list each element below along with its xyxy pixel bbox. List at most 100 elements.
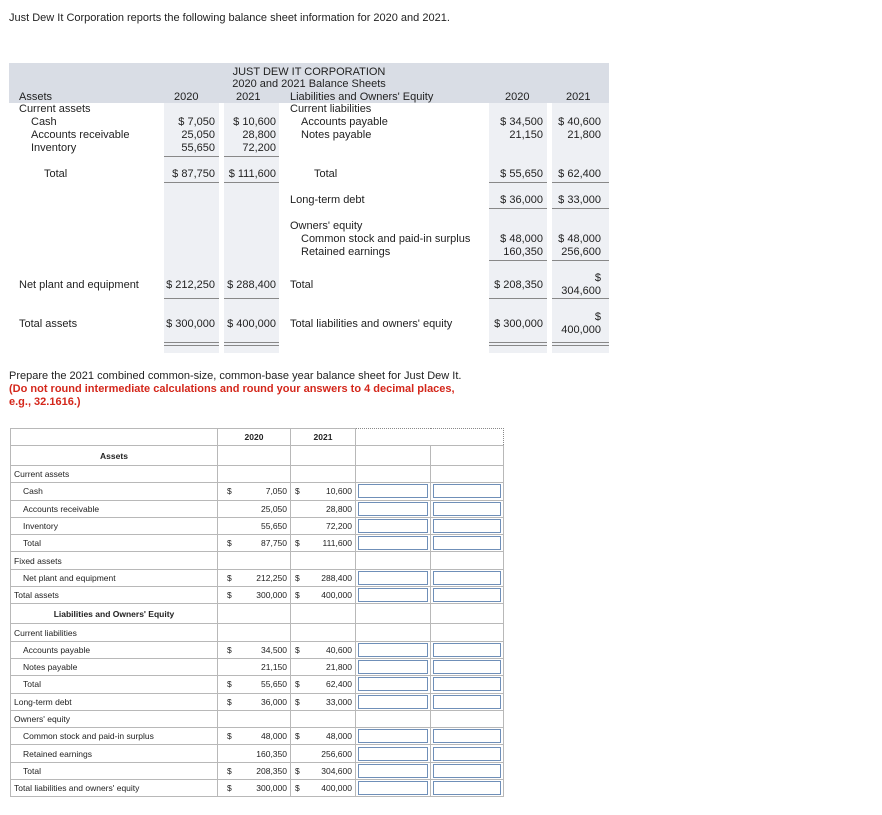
current-assets-label: Current assets: [19, 103, 91, 115]
double-rule: [489, 345, 547, 346]
npe-input-1[interactable]: [358, 570, 428, 585]
cl-total-2020-value: 55,650: [235, 675, 291, 694]
double-rule: [224, 342, 279, 343]
ca-total-input-1[interactable]: [358, 536, 428, 551]
ta-row-label: Total assets: [10, 586, 218, 605]
year-2021: 2021: [236, 91, 261, 103]
ar-input-2[interactable]: [433, 501, 501, 516]
npe-2021: $ 288,400: [227, 279, 276, 291]
ap-input-1[interactable]: [358, 642, 428, 657]
np-2020: 21,150: [509, 129, 543, 141]
ltd-row-label: Long-term debt: [10, 692, 218, 711]
ca-total-input-2[interactable]: [433, 536, 501, 551]
assets-heading: Assets: [10, 445, 218, 466]
inv-2021-value: 72,200: [308, 516, 356, 536]
tle-input-1[interactable]: [358, 781, 428, 796]
ltd-label: Long-term debt: [290, 194, 365, 206]
ar-2021-value: 28,800: [308, 499, 356, 518]
table-row: Cash $ 7,050 $ 10,600: [10, 482, 504, 501]
ta-input-1[interactable]: [358, 588, 428, 603]
ta-input-2[interactable]: [433, 588, 501, 603]
tle-2020: $ 300,000: [494, 318, 543, 330]
rule: [224, 156, 279, 157]
oe-total-input-1[interactable]: [358, 763, 428, 778]
dollar-sign: $: [290, 640, 309, 659]
intro-text: Just Dew It Corporation reports the foll…: [9, 12, 450, 24]
inv-input-2[interactable]: [433, 519, 501, 534]
ap-label: Accounts payable: [301, 116, 388, 128]
npe-input-2[interactable]: [433, 570, 501, 585]
dollar-sign: $: [217, 586, 236, 605]
col-2021-header: 2021: [290, 428, 356, 446]
cl-total-input-2[interactable]: [433, 677, 501, 692]
ca-total-row-label: Total: [10, 534, 218, 553]
np-input-1[interactable]: [358, 660, 428, 675]
ca-total-2020: $ 87,750: [172, 168, 215, 180]
re-input-1[interactable]: [358, 746, 428, 761]
tle-2021-value: 400,000: [308, 779, 356, 798]
cl-total-input-1[interactable]: [358, 677, 428, 692]
ca-total-2021-value: 111,600: [308, 534, 356, 553]
oe-total-2021: 304,600: [561, 285, 601, 297]
oe-total-input-2[interactable]: [433, 763, 501, 778]
current-assets-heading: Current assets: [10, 464, 218, 484]
ltd-2020-value: 36,000: [235, 692, 291, 711]
dollar-sign: $: [290, 675, 309, 694]
fixed-assets-heading: Fixed assets: [10, 551, 218, 570]
cs-input-1[interactable]: [358, 729, 428, 744]
np-input-2[interactable]: [433, 660, 501, 675]
dollar-sign: $: [217, 640, 236, 659]
rule: [552, 182, 609, 183]
cs-2020: $ 48,000: [500, 233, 543, 245]
re-2021-value: 256,600: [308, 744, 356, 763]
cl-total-label: Total: [314, 168, 338, 180]
inv-input-1[interactable]: [358, 519, 428, 534]
tle-input-2[interactable]: [433, 781, 501, 796]
ltd-input-1[interactable]: [358, 694, 428, 709]
dollar-sign: $: [217, 779, 236, 798]
np-2021-value: 21,800: [308, 657, 356, 677]
dollar-sign: $: [290, 761, 309, 781]
ap-2020: $ 34,500: [500, 116, 543, 128]
ar-2020: 25,050: [181, 129, 215, 141]
ar-input-1[interactable]: [358, 501, 428, 516]
ltd-input-2[interactable]: [433, 694, 501, 709]
npe-2020-value: 212,250: [235, 568, 291, 588]
header-blank: [431, 429, 504, 446]
double-rule: [164, 342, 219, 343]
ap-2020-value: 34,500: [235, 640, 291, 659]
ap-input-2[interactable]: [433, 642, 501, 657]
oe-total-2021-value: 304,600: [308, 761, 356, 781]
dollar-sign: $: [290, 692, 309, 711]
dollar-sign: $: [217, 727, 236, 746]
tle-row-label: Total liabilities and owners' equity: [10, 779, 218, 798]
cl-total-2020: $ 55,650: [500, 168, 543, 180]
tle-2020-value: 300,000: [235, 779, 291, 798]
double-rule: [552, 345, 609, 346]
table-row: Total $ 208,350 $ 304,600: [10, 761, 504, 781]
ta-2021: $ 400,000: [227, 318, 276, 330]
col-2020-header: 2020: [217, 428, 291, 446]
current-liab-heading: Current liabilities: [10, 623, 218, 642]
dollar-sign: $: [217, 534, 236, 553]
cs-input-2[interactable]: [433, 729, 501, 744]
table-row: Common stock and paid-in surplus $ 48,00…: [10, 727, 504, 746]
cash-input-2[interactable]: [433, 484, 501, 499]
re-2020: 160,350: [503, 246, 543, 258]
ar-row-label: Accounts receivable: [10, 499, 218, 518]
current-liab-label: Current liabilities: [290, 103, 372, 115]
cl-total-row-label: Total: [10, 675, 218, 694]
year-2021-right: 2021: [566, 91, 591, 103]
table-row: Notes payable 21,150 21,800: [10, 657, 504, 677]
cash-2020: $ 7,050: [178, 116, 215, 128]
re-row-label: Retained earnings: [10, 744, 218, 763]
re-2021: 256,600: [561, 246, 601, 258]
ta-2020: $ 300,000: [166, 318, 215, 330]
cash-2021-value: 10,600: [308, 482, 356, 501]
table-row: Total $ 55,650 $ 62,400: [10, 675, 504, 694]
re-input-2[interactable]: [433, 746, 501, 761]
dollar-sign: $: [290, 568, 309, 588]
cash-input-1[interactable]: [358, 484, 428, 499]
dollar-sign: $: [217, 675, 236, 694]
cl-total-2021: $ 62,400: [558, 168, 601, 180]
